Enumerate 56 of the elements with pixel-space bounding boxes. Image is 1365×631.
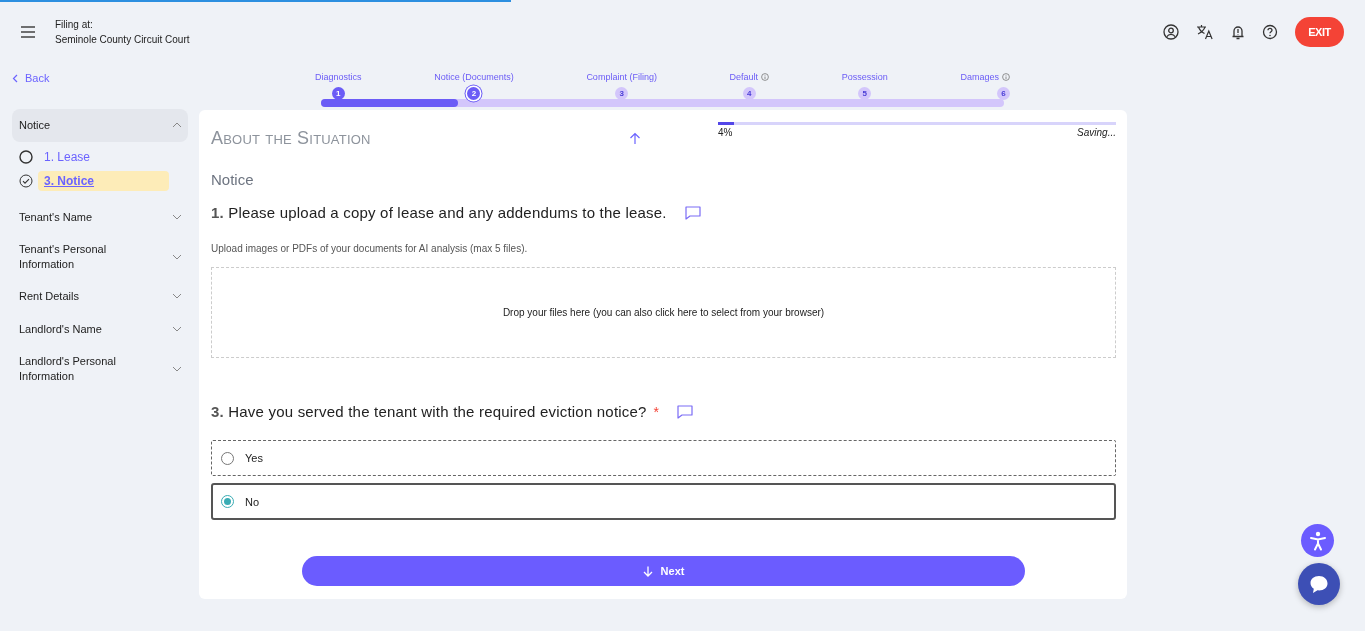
back-link[interactable]: Back xyxy=(12,72,50,84)
chevron-up-icon xyxy=(172,122,182,128)
progress-percent: 4% xyxy=(718,127,733,138)
chat-button[interactable] xyxy=(1298,563,1340,605)
step-label[interactable]: Default xyxy=(729,72,759,82)
arrow-down-icon xyxy=(642,565,653,577)
sidebar-section[interactable]: Rent Details xyxy=(12,279,188,313)
step-marker[interactable]: 3 xyxy=(615,87,629,100)
sidebar-section[interactable]: Tenant's Name xyxy=(12,200,188,234)
radio-option[interactable]: Yes xyxy=(211,440,1116,476)
user-icon[interactable] xyxy=(1163,24,1179,40)
step-label[interactable]: Notice (Documents) xyxy=(434,72,514,82)
chevron-left-icon xyxy=(12,73,18,83)
chevron-down-icon xyxy=(172,293,182,299)
step-marker[interactable]: 1 xyxy=(331,87,345,100)
accessibility-icon xyxy=(1308,530,1327,551)
menu-icon[interactable] xyxy=(20,26,36,38)
comment-icon[interactable] xyxy=(684,205,701,220)
radio-option[interactable]: No xyxy=(211,483,1116,520)
sidebar-section[interactable]: Landlord's Name xyxy=(12,312,188,346)
bell-icon[interactable] xyxy=(1231,24,1245,40)
next-button[interactable]: Next xyxy=(302,556,1025,586)
saving-status: Saving... xyxy=(1077,127,1116,138)
sidebar-section[interactable]: Notice xyxy=(12,108,188,142)
step-marker[interactable]: 2 xyxy=(467,87,481,100)
section-title: About the Situation xyxy=(211,128,372,149)
chevron-down-icon xyxy=(172,214,182,220)
question-text: 3. Have you served the tenant with the required eviction notice? xyxy=(211,403,647,420)
chevron-down-icon xyxy=(172,253,182,260)
step-label[interactable]: Damages xyxy=(960,72,999,82)
arrow-up-icon[interactable] xyxy=(629,132,641,145)
step-marker[interactable]: 5 xyxy=(858,87,872,100)
help-icon[interactable] xyxy=(1262,24,1278,40)
section-subtitle: Notice xyxy=(211,171,255,188)
step-marker[interactable]: 4 xyxy=(742,87,756,100)
sidebar-section[interactable]: Tenant's Personal Information xyxy=(12,233,188,280)
required-mark: * xyxy=(653,403,660,420)
file-dropzone[interactable]: Drop your files here (you can also click here to select from your browser) xyxy=(211,267,1116,358)
sidebar-section[interactable]: Landlord's Personal Information xyxy=(12,345,188,392)
accessibility-button[interactable] xyxy=(1301,524,1334,557)
step-label[interactable]: Possession xyxy=(841,72,888,82)
sidebar-link[interactable]: 3. Notice xyxy=(38,170,169,191)
sidebar-link[interactable]: 1. Lease xyxy=(38,146,169,167)
comment-icon[interactable] xyxy=(677,404,694,419)
step-label[interactable]: Diagnostics xyxy=(315,72,362,82)
court-name: Seminole County Circuit Court xyxy=(55,34,190,45)
exit-button[interactable]: EXIT xyxy=(1295,17,1344,47)
filing-label: Filing at: xyxy=(55,19,94,30)
translate-icon[interactable] xyxy=(1196,24,1214,40)
chevron-down-icon xyxy=(172,326,182,332)
chat-bubble-icon xyxy=(1309,574,1329,594)
step-label[interactable]: Complaint (Filing) xyxy=(586,72,657,82)
step-marker[interactable]: 6 xyxy=(996,87,1010,100)
question-text: 1. Please upload a copy of lease and any addendums to the lease. xyxy=(211,204,667,221)
upload-hint: Upload images or PDFs of your documents for AI analysis (max 5 files). xyxy=(211,243,529,254)
chevron-down-icon xyxy=(172,365,182,372)
